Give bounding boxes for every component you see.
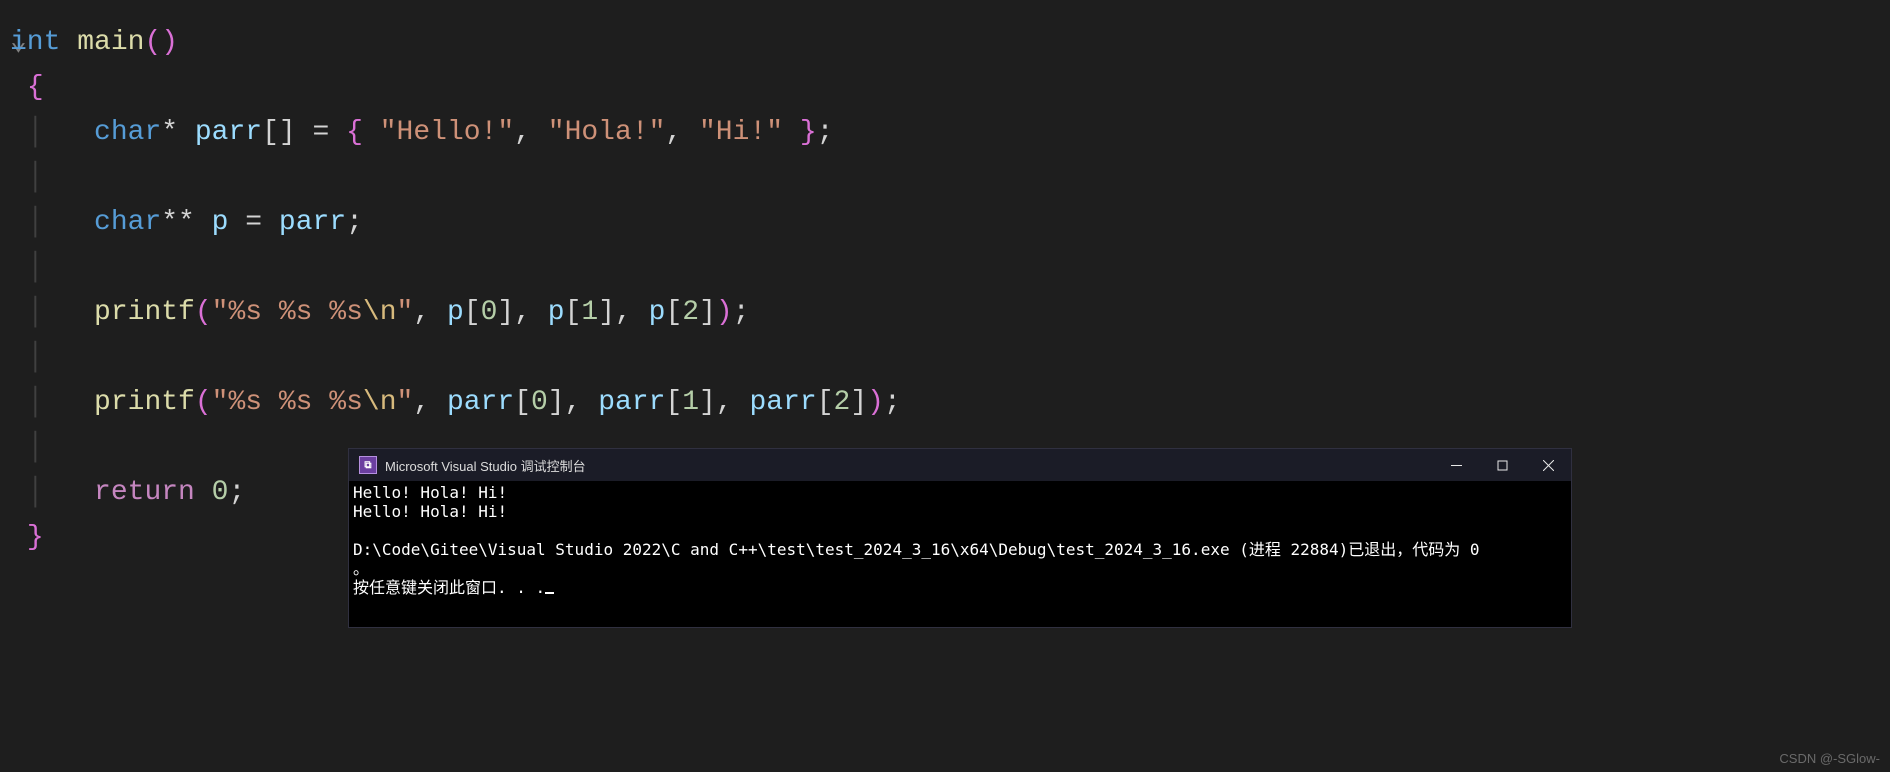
minimize-icon [1451, 460, 1462, 471]
code-line[interactable]: │ [0, 155, 1890, 200]
code-line[interactable]: │ printf("%s %s %s\n", p[0], p[1], p[2])… [0, 290, 1890, 335]
console-line: Hello! Hola! Hi! [353, 483, 507, 502]
console-line: 。 [353, 559, 369, 578]
maximize-button[interactable] [1479, 449, 1525, 481]
close-icon [1543, 460, 1554, 471]
debug-console-window: ⧉ Microsoft Visual Studio 调试控制台 Hello! H… [348, 448, 1572, 628]
cursor-icon [545, 592, 554, 594]
watermark: CSDN @-SGlow- [1779, 751, 1880, 766]
minimize-button[interactable] [1433, 449, 1479, 481]
code-line[interactable]: ⌄int main() [0, 20, 1890, 65]
code-line[interactable]: { [0, 65, 1890, 110]
titlebar[interactable]: ⧉ Microsoft Visual Studio 调试控制台 [349, 449, 1571, 481]
code-line[interactable]: │ [0, 245, 1890, 290]
code-line[interactable]: │ [0, 335, 1890, 380]
console-line: Hello! Hola! Hi! [353, 502, 507, 521]
vs-icon: ⧉ [359, 456, 377, 474]
close-button[interactable] [1525, 449, 1571, 481]
console-line: D:\Code\Gitee\Visual Studio 2022\C and C… [353, 540, 1480, 559]
console-output[interactable]: Hello! Hola! Hi! Hello! Hola! Hi! D:\Cod… [349, 481, 1571, 627]
code-line[interactable]: │ char* parr[] = { "Hello!", "Hola!", "H… [0, 110, 1890, 155]
maximize-icon [1497, 460, 1508, 471]
code-line[interactable]: │ printf("%s %s %s\n", parr[0], parr[1],… [0, 380, 1890, 425]
code-line[interactable]: │ char** p = parr; [0, 200, 1890, 245]
code-editor[interactable]: ⌄int main() { │ char* parr[] = { "Hello!… [0, 0, 1890, 772]
window-title: Microsoft Visual Studio 调试控制台 [385, 456, 586, 475]
console-line: 按任意键关闭此窗口. . . [353, 578, 545, 597]
